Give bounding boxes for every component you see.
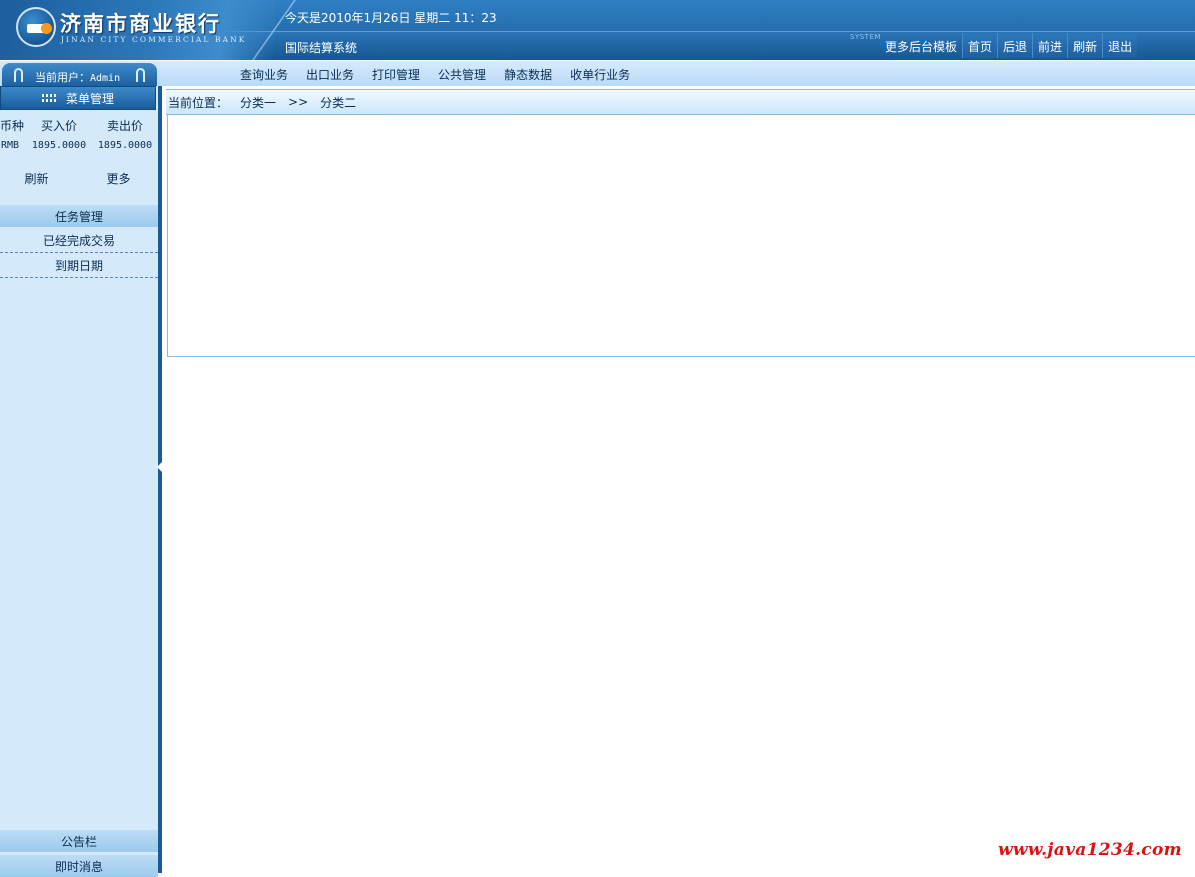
bank-name-cn: 济南市商业银行 xyxy=(60,12,221,36)
breadcrumb-separator: >> xyxy=(288,95,309,109)
collapse-arrow-icon[interactable] xyxy=(157,462,162,472)
notice-board-header[interactable]: 公告栏 xyxy=(0,830,158,852)
breadcrumb-level1[interactable]: 分类一 xyxy=(240,94,276,111)
column-header: 币种 xyxy=(0,118,25,133)
bank-logo-icon xyxy=(16,7,56,47)
rate-table-header: 币种 买入价 卖出价 xyxy=(0,115,158,135)
exchange-rate-table: 币种 买入价 卖出价 RMB 1895.0000 1895.0000 xyxy=(0,115,158,155)
back-link[interactable]: 后退 xyxy=(997,33,1033,58)
content-frame xyxy=(167,115,1195,357)
task-management-header[interactable]: 任务管理 xyxy=(0,205,158,227)
menu-management-button[interactable]: 菜单管理 xyxy=(0,86,156,110)
watermark: www.java1234.com xyxy=(998,840,1182,860)
buy-price-cell: 1895.0000 xyxy=(31,139,87,151)
more-rates-link[interactable]: 更多 xyxy=(79,170,158,187)
system-name: 国际结算系统 xyxy=(285,41,358,55)
sidebar: 菜单管理 币种 买入价 卖出价 RMB 1895.0000 1895.0000 … xyxy=(0,86,158,877)
menu-public[interactable]: 公共管理 xyxy=(429,66,495,83)
bank-logo: 济南市商业银行 JINAN CITY COMMERCIAL BANK xyxy=(0,0,304,60)
grid-icon xyxy=(41,93,56,103)
refresh-rates-link[interactable]: 刷新 xyxy=(0,170,79,187)
current-user-name: Admin xyxy=(90,73,121,84)
menu-print[interactable]: 打印管理 xyxy=(363,66,429,83)
forward-link[interactable]: 前进 xyxy=(1032,33,1068,58)
column-header: 买入价 xyxy=(40,118,77,133)
menu-query[interactable]: 查询业务 xyxy=(231,66,297,83)
task-item-completed[interactable]: 已经完成交易 xyxy=(0,228,158,253)
hook-icon xyxy=(136,68,145,82)
top-links: 更多后台模板 首页 后退 前进 刷新 退出 xyxy=(880,33,1138,58)
instant-message-header[interactable]: 即时消息 xyxy=(0,855,158,877)
rate-actions: 刷新 更多 xyxy=(0,170,158,187)
app-header: 济南市商业银行 JINAN CITY COMMERCIAL BANK 今天是20… xyxy=(0,0,1195,60)
column-header: 卖出价 xyxy=(106,118,143,133)
breadcrumb-level2[interactable]: 分类二 xyxy=(320,94,356,111)
bank-name-en: JINAN CITY COMMERCIAL BANK xyxy=(61,35,247,44)
current-user-label: 当前用户： xyxy=(35,71,90,84)
sell-price-cell: 1895.0000 xyxy=(97,139,153,151)
top-menu: 查询业务 出口业务 打印管理 公共管理 静态数据 收单行业务 xyxy=(231,66,639,83)
current-user-tab: 当前用户：Admin xyxy=(2,63,157,87)
home-link[interactable]: 首页 xyxy=(962,33,998,58)
task-item-due-date[interactable]: 到期日期 xyxy=(0,253,158,278)
logout-link[interactable]: 退出 xyxy=(1102,33,1138,58)
menu-acquirer[interactable]: 收单行业务 xyxy=(561,66,639,83)
hook-icon xyxy=(14,68,23,82)
more-templates-link[interactable]: 更多后台模板 xyxy=(880,33,962,58)
current-date: 今天是2010年1月26日 星期二 11：23 xyxy=(285,11,497,25)
breadcrumb-label: 当前位置： xyxy=(168,95,229,110)
sidebar-splitter[interactable] xyxy=(158,86,162,873)
refresh-link[interactable]: 刷新 xyxy=(1067,33,1103,58)
breadcrumb: 当前位置： 分类一 >> 分类二 xyxy=(166,89,1195,115)
menu-management-label: 菜单管理 xyxy=(65,91,114,106)
system-label: SYSTEM xyxy=(850,33,881,41)
menu-static-data[interactable]: 静态数据 xyxy=(495,66,561,83)
currency-cell: RMB xyxy=(1,139,20,151)
table-row: RMB 1895.0000 1895.0000 xyxy=(0,135,158,155)
main-nav: 当前用户：Admin 查询业务 出口业务 打印管理 公共管理 静态数据 收单行业… xyxy=(0,60,1195,87)
menu-export[interactable]: 出口业务 xyxy=(297,66,363,83)
